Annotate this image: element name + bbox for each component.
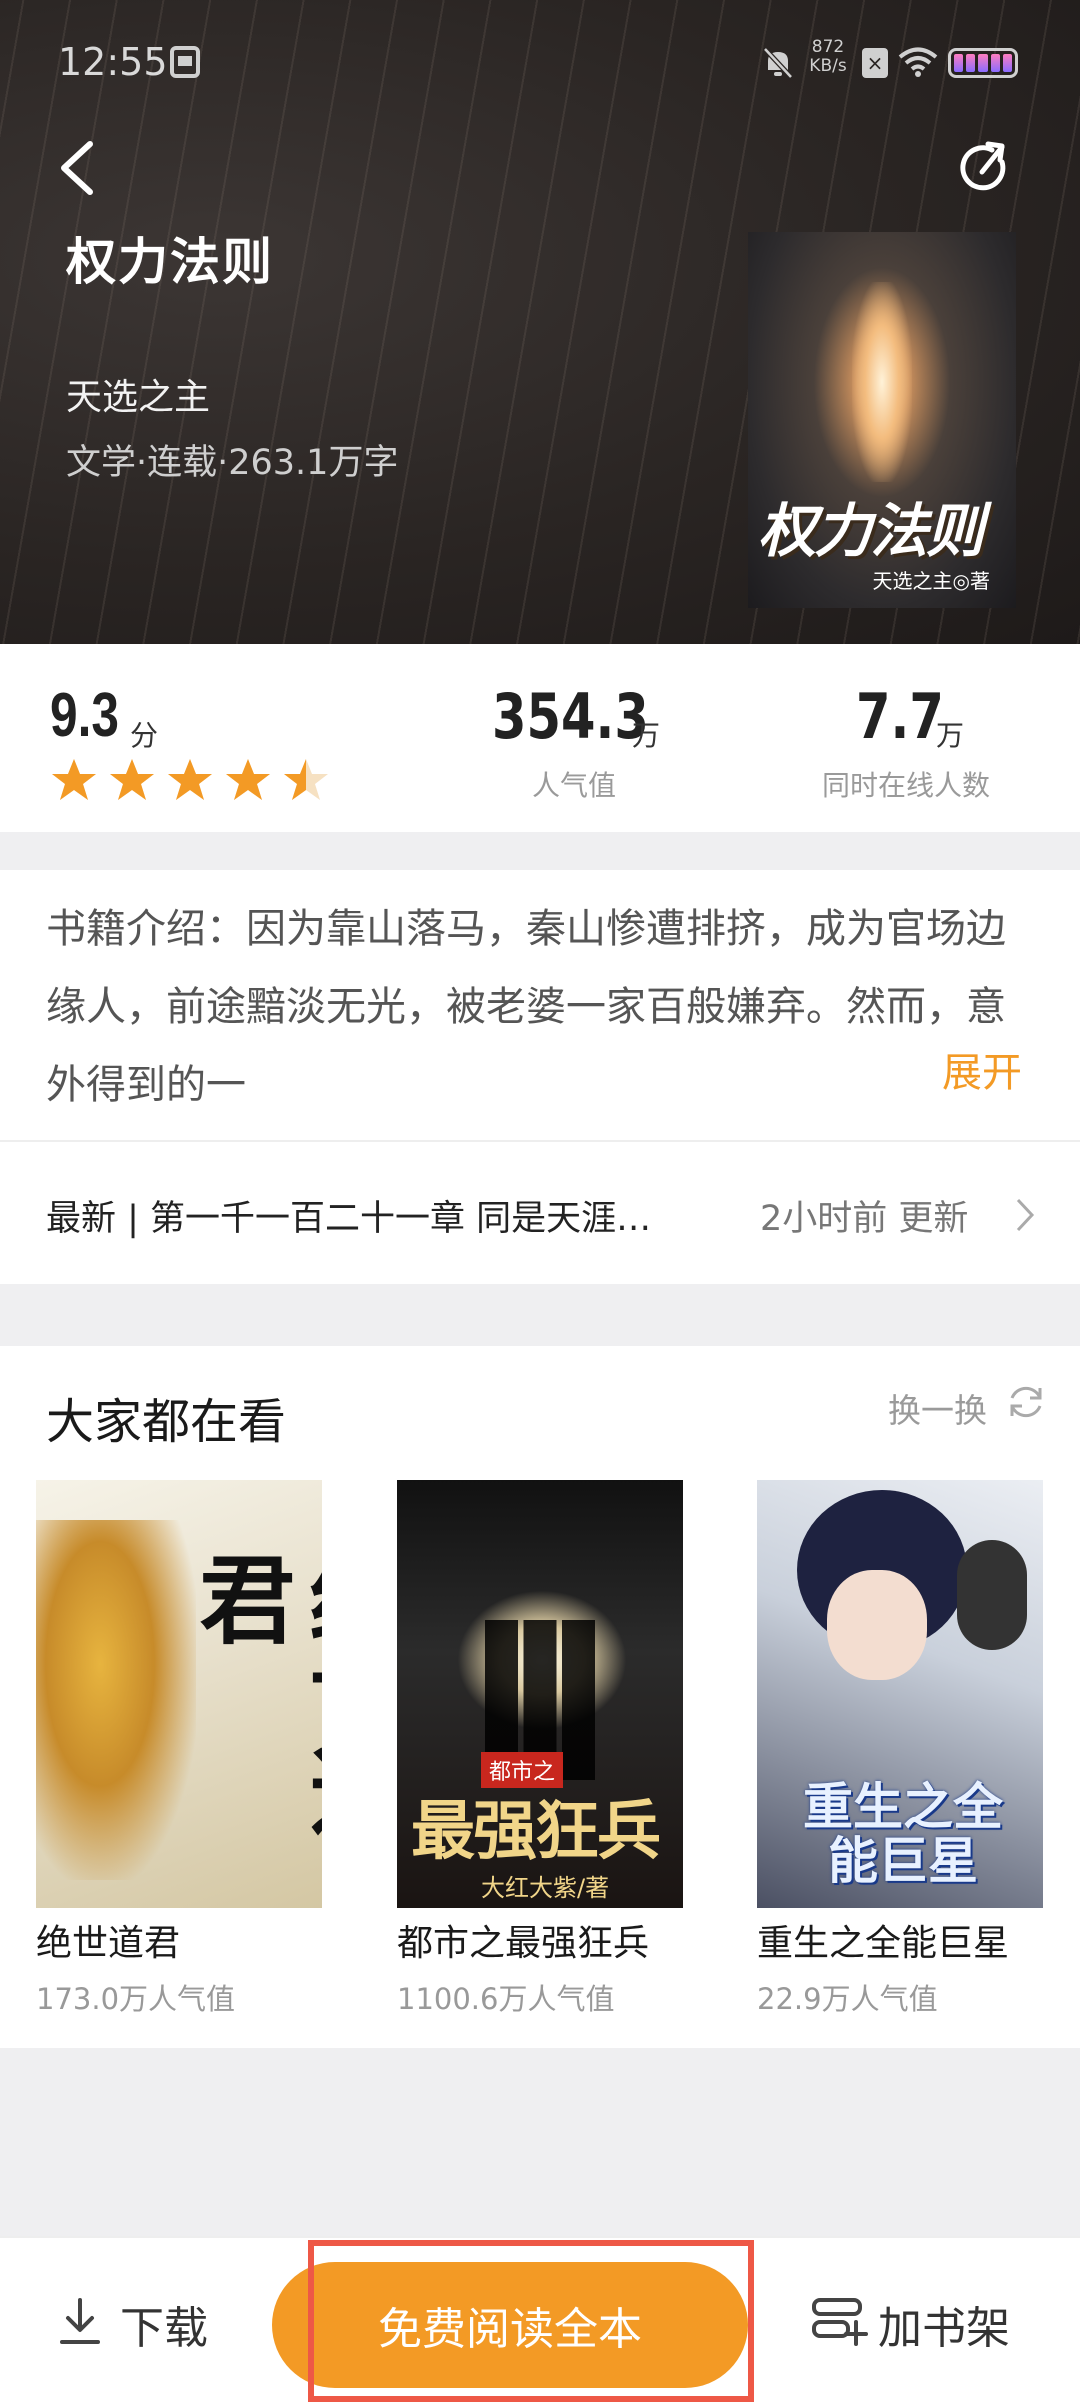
download-button[interactable]: 下载 — [120, 2292, 208, 2356]
chevron-right-icon[interactable] — [1014, 1196, 1036, 1234]
book-meta: 文学·连载·263.1万字 — [66, 443, 399, 483]
rec-cover-2-author: 大红大紫/著 — [481, 1874, 610, 1902]
star-icon — [284, 759, 328, 800]
rec-popularity-1: 173.0万人气值 — [36, 1982, 236, 2016]
rec-cover-1-title: 绝世道君 — [183, 1550, 322, 1838]
book-cover-title: 权力法则 — [758, 497, 984, 565]
star-icon — [226, 759, 270, 800]
battery-icon — [948, 48, 1018, 78]
star-icon — [168, 759, 212, 800]
rec-name-1[interactable]: 绝世道君 — [36, 1914, 180, 1966]
back-arrow-icon[interactable] — [50, 138, 104, 198]
divider — [0, 1140, 1080, 1142]
book-title: 权力法则 — [66, 233, 274, 291]
rating-unit: 分 — [130, 719, 159, 752]
rec-cover-1[interactable]: 绝世道君 — [36, 1480, 322, 1908]
highlight-box — [308, 2240, 754, 2402]
rec-cover-2-title: 最强狂兵 — [411, 1795, 661, 1869]
online-value: 7.7 — [856, 680, 944, 753]
popularity-value: 354.3 — [492, 680, 649, 753]
star-icon — [110, 759, 154, 800]
book-cover-author: 天选之主◎著 — [872, 569, 990, 593]
wifi-icon — [898, 47, 938, 77]
book-author[interactable]: 天选之主 — [66, 368, 210, 420]
sim-card-icon — [170, 46, 200, 78]
share-icon[interactable] — [958, 140, 1014, 196]
rec-popularity-3: 22.9万人气值 — [757, 1982, 938, 2016]
book-introduction: 书籍介绍：因为靠山落马，秦山惨遭排挤，成为官场边缘人，前途黯淡无光，被老婆一家百… — [46, 906, 1006, 1108]
star-icon — [52, 759, 96, 800]
rating-stars — [50, 756, 330, 804]
status-bar: 12:55 872 KB/s × — [0, 0, 1080, 120]
rec-cover-3-title: 重生之全能巨星 — [803, 1778, 1003, 1890]
rec-cover-2[interactable]: 都市之 最强狂兵 大红大紫/著 — [397, 1480, 683, 1908]
refresh-icon[interactable] — [1006, 1382, 1046, 1422]
download-icon[interactable] — [58, 2296, 102, 2346]
notification-x-icon: × — [862, 48, 888, 78]
rating-score: 9.3 — [50, 681, 119, 750]
expand-intro-button[interactable]: 展开 — [942, 1040, 1022, 1098]
mute-icon — [763, 47, 793, 79]
latest-update-time: 2小时前 更新 — [760, 1199, 969, 1239]
status-time: 12:55 — [58, 40, 168, 84]
rec-name-3[interactable]: 重生之全能巨星 — [757, 1914, 1009, 1966]
network-speed: 872 KB/s — [809, 37, 847, 76]
book-cover: 权力法则 天选之主◎著 — [748, 232, 1016, 608]
swap-button[interactable]: 换一换 — [888, 1384, 987, 1432]
add-to-shelf-icon[interactable] — [808, 2296, 868, 2348]
latest-chapter-link[interactable]: 最新 | 第一千一百二十一章 同是天涯… — [46, 1190, 726, 1241]
popularity-label: 人气值 — [532, 769, 617, 802]
add-to-shelf-button[interactable]: 加书架 — [878, 2292, 1010, 2356]
online-unit: 万 — [936, 719, 965, 752]
popularity-unit: 万 — [632, 719, 661, 752]
rec-name-2[interactable]: 都市之最强狂兵 — [397, 1914, 649, 1966]
recommendations-title: 大家都在看 — [46, 1394, 287, 1450]
rec-cover-3[interactable]: 重生之全能巨星 — [757, 1480, 1043, 1908]
rec-popularity-2: 1100.6万人气值 — [397, 1982, 615, 2016]
online-label: 同时在线人数 — [822, 769, 991, 802]
